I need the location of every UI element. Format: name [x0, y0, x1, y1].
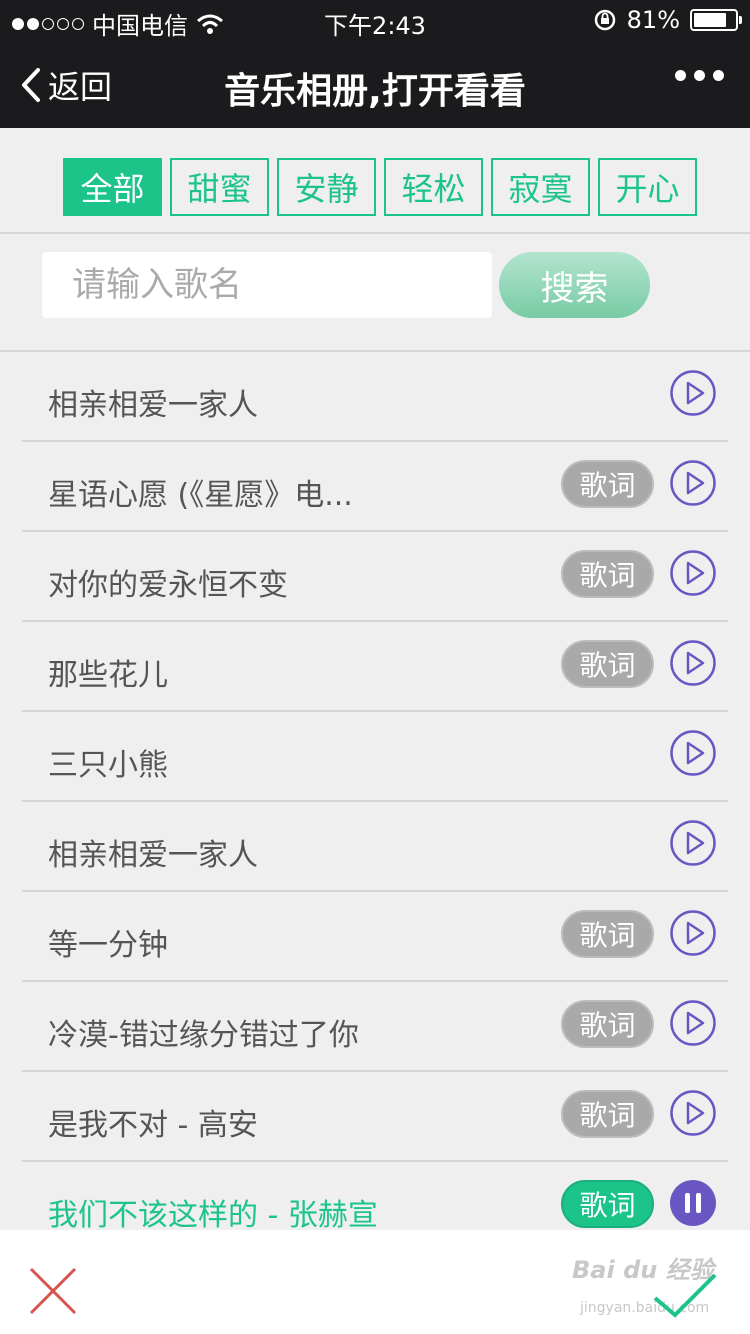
song-title: 三只小熊	[48, 748, 168, 783]
song-title: 星语心愿 (《星愿》电...	[48, 478, 353, 513]
tab-2[interactable]: 安静	[277, 158, 376, 216]
song-title: 是我不对 - 高安	[48, 1108, 258, 1143]
tab-1[interactable]: 甜蜜	[170, 158, 269, 216]
play-icon[interactable]	[669, 999, 717, 1047]
song-row[interactable]: 相亲相爱一家人	[22, 352, 728, 442]
play-icon[interactable]	[669, 549, 717, 597]
song-title: 冷漠-错过缘分错过了你	[48, 1018, 359, 1053]
battery-icon	[690, 9, 742, 31]
search-button[interactable]: 搜索	[499, 252, 650, 318]
song-row[interactable]: 等一分钟 歌词	[22, 892, 728, 982]
play-icon[interactable]	[669, 369, 717, 417]
song-row[interactable]: 对你的爱永恒不变 歌词	[22, 532, 728, 622]
song-row[interactable]: 三只小熊	[22, 712, 728, 802]
tab-0[interactable]: 全部	[63, 158, 162, 216]
play-icon[interactable]	[669, 1089, 717, 1137]
divider	[0, 232, 750, 234]
song-row[interactable]: 相亲相爱一家人	[22, 802, 728, 892]
rotation-lock-icon	[594, 9, 615, 31]
more-options-icon[interactable]	[675, 70, 724, 81]
battery-percent: 81%	[626, 6, 680, 34]
pause-icon[interactable]	[669, 1179, 717, 1227]
status-right: 81%	[593, 6, 742, 34]
play-icon[interactable]	[669, 819, 717, 867]
song-title: 我们不该这样的 - 张赫宣	[48, 1198, 378, 1233]
page-title: 音乐相册,打开看看	[224, 71, 526, 112]
play-icon[interactable]	[669, 909, 717, 957]
play-icon[interactable]	[669, 729, 717, 777]
close-icon[interactable]	[28, 1266, 78, 1316]
song-title: 对你的爱永恒不变	[48, 568, 288, 603]
song-title: 那些花儿	[48, 658, 168, 693]
song-list: 相亲相爱一家人 星语心愿 (《星愿》电... 歌词 对你的爱永恒不变 歌词 那些花儿 歌词三…	[22, 352, 728, 1252]
song-title: 相亲相爱一家人	[48, 838, 258, 873]
search-input[interactable]	[42, 252, 492, 318]
category-tabs: 全部 甜蜜 安静 轻松 寂寞 开心	[63, 158, 697, 216]
bottom-bar: Bai du 经验 jingyan.baidu.com	[0, 1230, 750, 1334]
lyrics-button[interactable]: 歌词	[561, 550, 654, 598]
song-row[interactable]: 那些花儿 歌词	[22, 622, 728, 712]
play-icon[interactable]	[669, 639, 717, 687]
song-row[interactable]: 冷漠-错过缘分错过了你 歌词	[22, 982, 728, 1072]
nav-bar: 返回 音乐相册,打开看看	[0, 40, 750, 128]
song-row[interactable]: 星语心愿 (《星愿》电... 歌词	[22, 442, 728, 532]
lyrics-button[interactable]: 歌词	[561, 460, 654, 508]
lyrics-button[interactable]: 歌词	[561, 910, 654, 958]
tab-4[interactable]: 寂寞	[491, 158, 590, 216]
lyrics-button[interactable]: 歌词	[561, 1090, 654, 1138]
status-bar: 中国电信 下午2:43 81%	[0, 0, 750, 40]
checkmark-icon[interactable]	[650, 1270, 720, 1320]
song-title: 等一分钟	[48, 928, 168, 963]
lyrics-button[interactable]: 歌词	[561, 1000, 654, 1048]
play-icon[interactable]	[669, 459, 717, 507]
lyrics-button[interactable]: 歌词	[561, 1180, 654, 1228]
lyrics-button[interactable]: 歌词	[561, 640, 654, 688]
song-title: 相亲相爱一家人	[48, 388, 258, 423]
battery-fill	[694, 13, 727, 27]
tab-5[interactable]: 开心	[598, 158, 697, 216]
tab-3[interactable]: 轻松	[384, 158, 483, 216]
song-row[interactable]: 是我不对 - 高安 歌词	[22, 1072, 728, 1162]
